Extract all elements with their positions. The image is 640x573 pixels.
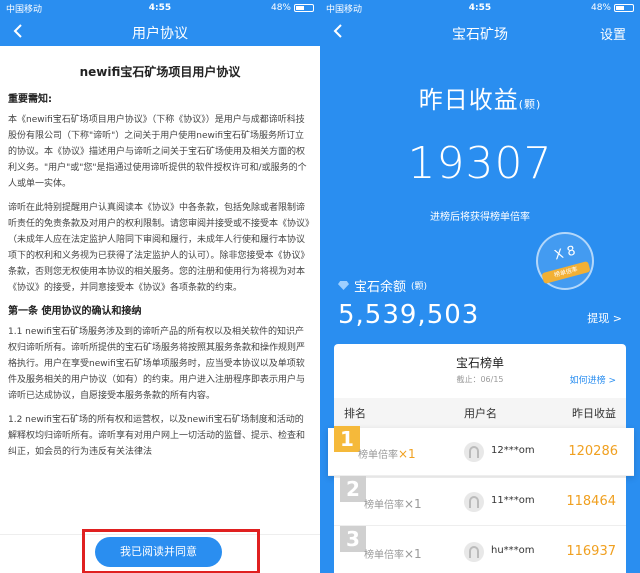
multiplier: 榜单倍率×1 xyxy=(364,546,422,561)
rank-badge: 3 xyxy=(340,526,366,552)
agreement-screen: 中国移动 4:55 48% 用户协议 newifi宝石矿场项目用户协议 重要需知… xyxy=(0,0,320,573)
username: hu***om xyxy=(491,545,535,556)
username: 12***om xyxy=(491,445,535,456)
clock: 4:55 xyxy=(468,3,492,13)
multiplier: 榜单倍率×1 xyxy=(358,446,416,461)
multiplier-value: ×1 xyxy=(404,547,422,561)
avatar xyxy=(464,442,484,462)
table-row[interactable]: 2 榜单倍率×1 11***om 118464 xyxy=(334,476,626,526)
table-row[interactable]: 3 榜单倍率×1 hu***om 116937 xyxy=(334,526,626,573)
page-title: 宝石矿场 xyxy=(452,27,508,43)
nav-bar: 用户协议 xyxy=(0,16,320,46)
withdraw-link[interactable]: 提现 > xyxy=(587,310,622,326)
multiplier-value: ×1 xyxy=(398,447,416,461)
document-title: newifi宝石矿场项目用户协议 xyxy=(79,65,241,79)
highlight-box xyxy=(82,529,260,573)
agreement-content[interactable]: newifi宝石矿场项目用户协议 重要需知: 本《newifi宝石矿场项目用户协… xyxy=(0,46,320,534)
balance-value: 5,539,503 xyxy=(338,300,480,330)
multiplier-label: 榜单倍率 xyxy=(358,450,398,461)
battery-icon xyxy=(294,4,314,12)
balance-label-text: 宝石余额 xyxy=(354,280,407,295)
income: 116937 xyxy=(566,544,616,559)
status-bar: 中国移动 4:55 48% xyxy=(0,0,320,16)
table-row[interactable]: 1 榜单倍率×1 12***om 120286 xyxy=(328,426,634,476)
yesterday-earnings-label: 昨日收益(颗) xyxy=(320,80,640,115)
yesterday-earnings-value: 19307 xyxy=(407,138,553,189)
leaderboard-title: 宝石榜单 xyxy=(455,356,504,370)
column-rank: 排名 xyxy=(344,407,366,420)
section-heading: 第一条 使用协议的确认和接纳 xyxy=(8,306,142,317)
diamond-icon xyxy=(338,281,349,290)
yesterday-label-text: 昨日收益 xyxy=(418,86,519,114)
status-bar: 中国移动 4:55 48% xyxy=(320,0,640,16)
avatar xyxy=(464,492,484,512)
settings-link[interactable]: 设置 xyxy=(600,24,626,43)
rank-caption: 进榜后将获得榜单倍率 xyxy=(430,212,530,223)
paragraph: 1.2 newifi宝石矿场的所有权和运营权，以及newifi宝石矿场制度和活动… xyxy=(8,415,306,457)
multiplier: 榜单倍率×1 xyxy=(364,496,422,511)
how-to-rank-link[interactable]: 如何进榜 > xyxy=(570,373,616,386)
rank-badge: 2 xyxy=(340,476,366,502)
unit: (颗) xyxy=(411,282,428,292)
rank-badge: 1 xyxy=(334,426,360,452)
multiplier-label: 榜单倍率 xyxy=(364,500,404,511)
income: 120286 xyxy=(568,444,618,459)
multiplier-label: 榜单倍率 xyxy=(364,550,404,561)
paragraph: 本《newifi宝石矿场项目用户协议》（下称《协议》）是用户与成都谛听科技股份有… xyxy=(8,115,307,189)
gem-mine-screen: 中国移动 4:55 48% 宝石矿场 设置 昨日收益(颗) 19307 进榜后将… xyxy=(320,0,640,573)
avatar xyxy=(464,542,484,562)
leaderboard-card: 宝石榜单 截止：06/15 如何进榜 > 排名 用户名 昨日收益 1 榜单倍率×… xyxy=(328,344,634,573)
page-title: 用户协议 xyxy=(132,26,188,42)
unit: (颗) xyxy=(518,98,542,111)
column-income: 昨日收益 xyxy=(572,407,616,420)
paragraph: 谛听在此特别提醒用户认真阅读本《协议》中各条款，包括免除或者限制谛听责任的免责条… xyxy=(8,203,310,293)
income: 118464 xyxy=(566,494,616,509)
notice-heading: 重要需知: xyxy=(8,94,52,105)
multiplier-badge-icon: X 8 榜单倍率 xyxy=(536,232,594,290)
battery-icon xyxy=(614,4,634,12)
balance-label: 宝石余额 (颗) xyxy=(338,276,427,295)
table-header: 排名 用户名 昨日收益 xyxy=(334,398,626,428)
clock: 4:55 xyxy=(148,3,172,13)
column-username: 用户名 xyxy=(464,407,497,420)
multiplier-value: ×1 xyxy=(404,497,422,511)
paragraph: 1.1 newifi宝石矿场服务涉及到的谛听产品的所有权以及相关软件的知识产权归… xyxy=(8,327,306,401)
username: 11***om xyxy=(491,495,535,506)
